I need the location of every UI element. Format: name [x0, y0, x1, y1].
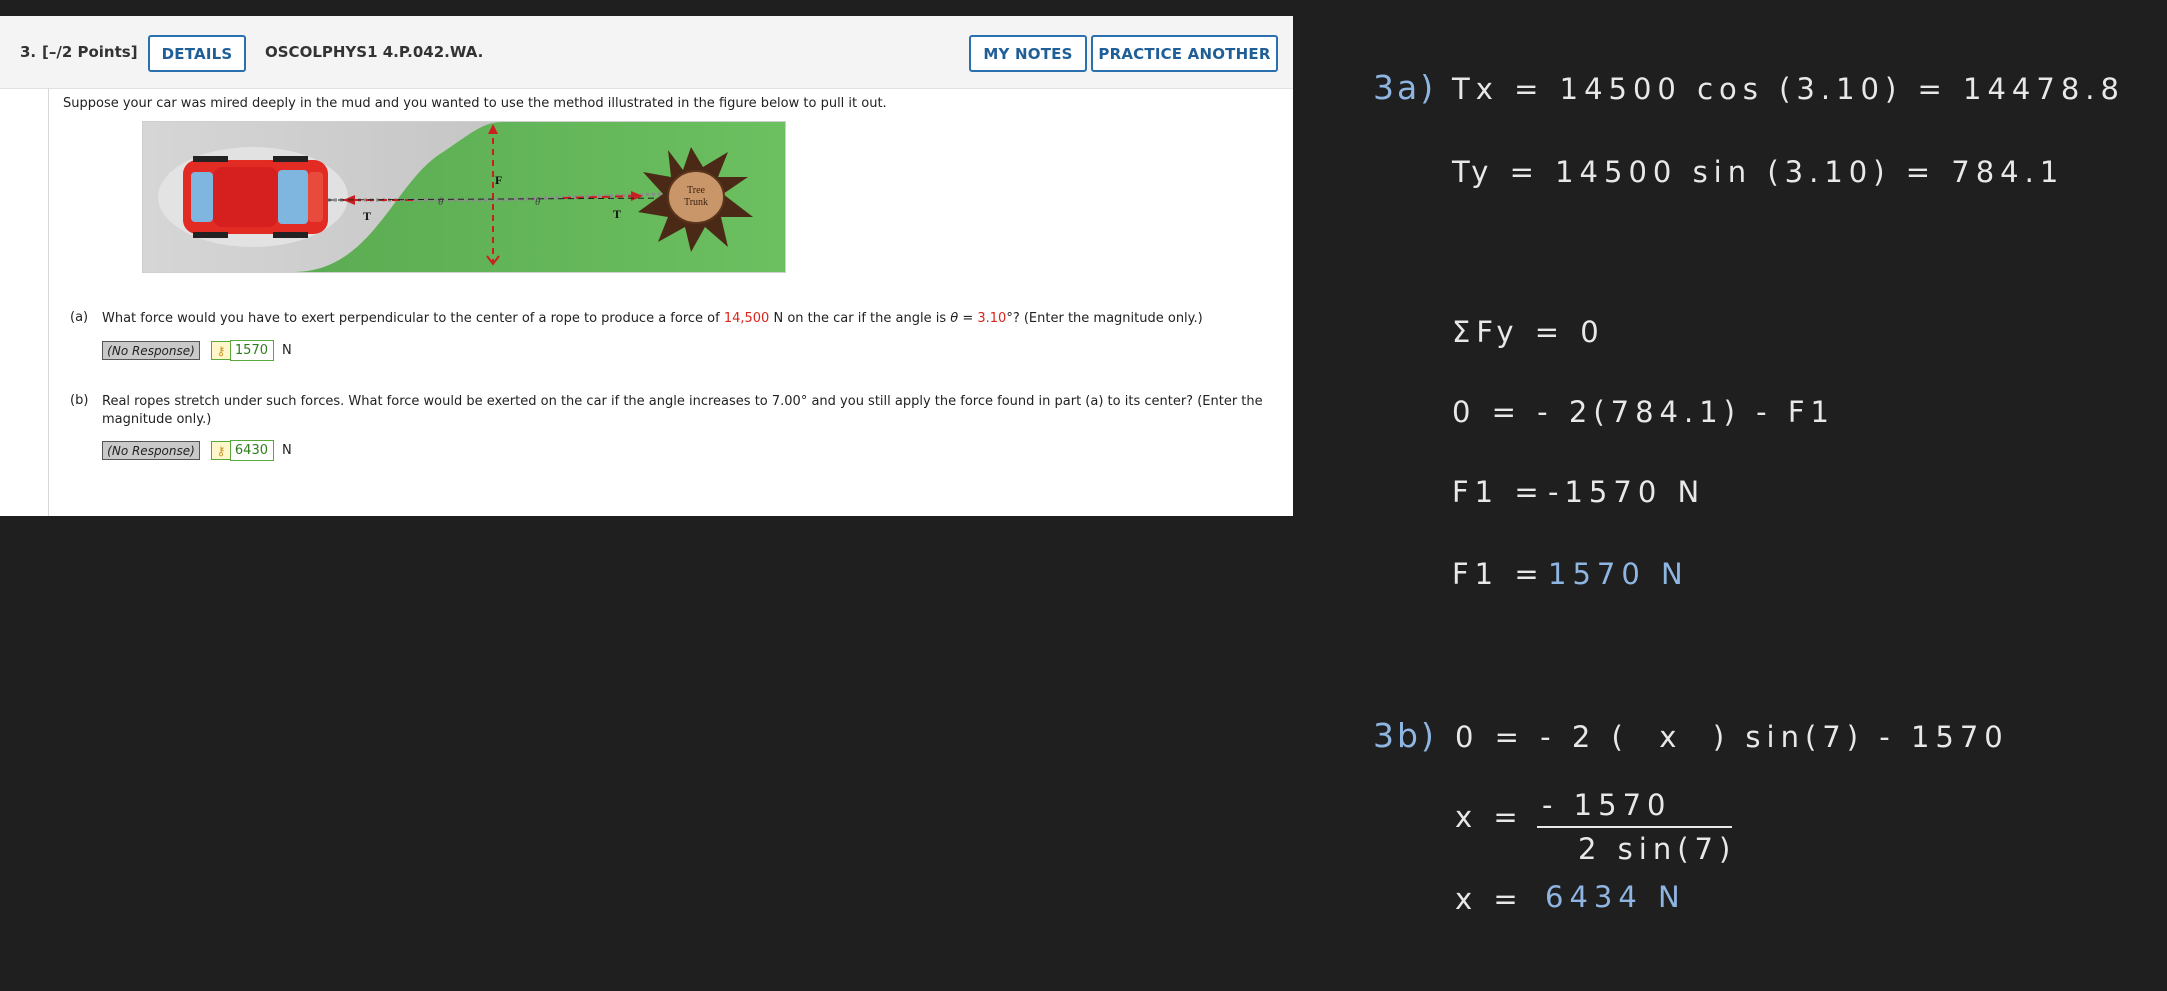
part-b-answer-field[interactable]: 6430 [230, 440, 274, 461]
question-header: 3. [–/2 Points] DETAILS OSCOLPHYS1 4.P.0… [0, 16, 1293, 89]
note-line-ty: Ty = 14500 sin (3.10) = 784.1 [1452, 155, 2065, 189]
label-3a: 3a) [1373, 68, 1437, 107]
fraction-bar [1537, 826, 1732, 828]
question-body: Suppose your car was mired deeply in the… [48, 88, 1287, 516]
car-tree-figure: F T T θ θ Tree Trunk [142, 121, 786, 273]
part-a-no-response-badge: (No Response) [102, 341, 200, 360]
part-a-text-3: °? (Enter the magnitude only.) [1006, 311, 1203, 326]
note-line-balance: 0 = - 2(784.1) - F1 [1452, 395, 1836, 429]
note-line-f1-neg-label: F1 = [1452, 475, 1560, 509]
note-line-sum-fy: ΣFy = 0 [1452, 315, 1605, 349]
practice-another-button[interactable]: PRACTICE ANOTHER [1091, 35, 1278, 72]
theta-label-left: θ [438, 196, 444, 208]
part-a-question: What force would you have to exert perpe… [102, 310, 1282, 328]
question-panel: 3. [–/2 Points] DETAILS OSCOLPHYS1 4.P.0… [0, 16, 1293, 516]
tension-label-right: T [613, 207, 621, 221]
part-a-unit: N [282, 343, 292, 358]
part-a-text-2: N on the car if the angle is [769, 311, 951, 326]
note-line-f1-label: F1 = [1452, 557, 1560, 591]
car-icon [183, 156, 328, 238]
part-a-angle-value: 3.10 [977, 311, 1007, 326]
question-points: [–/2 Points] [42, 43, 138, 61]
note-line-f1-value: 1570 N [1548, 557, 1689, 591]
note-line-tx: Tx = 14500 cos (3.10) = 14478.8 [1452, 72, 2125, 106]
question-code: OSCOLPHYS1 4.P.042.WA. [265, 43, 484, 61]
note-line-x-label: x = [1455, 800, 1539, 834]
figure-illustration: F T T θ θ Tree Trunk [143, 122, 785, 272]
part-a-theta: θ = [950, 311, 978, 326]
tree-label-1: Tree [687, 185, 706, 196]
tree-label-2: Trunk [684, 197, 708, 208]
tension-label-left: T [363, 209, 371, 223]
note-line-x-numerator: - 1570 [1542, 788, 1672, 822]
part-a-force-value: 14,500 [723, 311, 770, 326]
note-line-f1-neg-value: -1570 N [1548, 475, 1706, 509]
part-b-no-response-badge: (No Response) [102, 441, 200, 460]
theta-label-right: θ [535, 196, 541, 208]
force-label: F [495, 173, 502, 187]
part-a-answer-field[interactable]: 1570 [230, 340, 274, 361]
note-line-equation: 0 = - 2 ( x ) sin(7) - 1570 [1455, 720, 2009, 754]
part-a-label: (a) [70, 310, 89, 325]
note-line-x-denominator: 2 sin(7) [1578, 832, 1737, 866]
part-b-label: (b) [70, 393, 89, 408]
note-line-x-result-value: 6434 N [1545, 880, 1686, 914]
my-notes-button[interactable]: MY NOTES [969, 35, 1087, 72]
part-b-unit: N [282, 443, 292, 458]
question-number: 3. [20, 43, 37, 61]
details-button[interactable]: DETAILS [148, 35, 246, 72]
note-line-x-result-label: x = [1455, 882, 1539, 916]
label-3b: 3b) [1373, 716, 1437, 755]
question-intro: Suppose your car was mired deeply in the… [63, 96, 887, 111]
key-icon[interactable]: ⚷ [211, 441, 230, 460]
key-icon[interactable]: ⚷ [211, 341, 230, 360]
part-b-question: Real ropes stretch under such forces. Wh… [102, 394, 1263, 427]
part-a-text-1: What force would you have to exert perpe… [102, 311, 724, 326]
